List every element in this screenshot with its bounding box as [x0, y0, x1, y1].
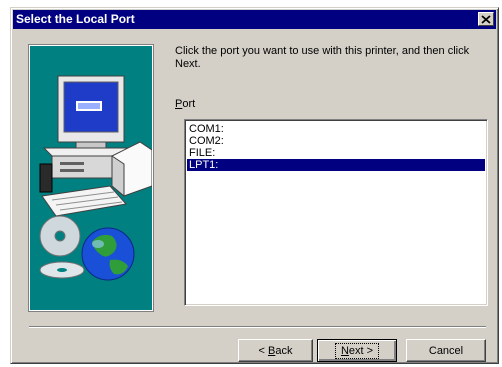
- wizard-illustration: [28, 44, 154, 312]
- port-listbox[interactable]: COM1: COM2: FILE: LPT1:: [184, 119, 488, 306]
- cancel-button[interactable]: Cancel: [406, 339, 486, 362]
- next-button-focus: Next >: [334, 342, 380, 359]
- close-button[interactable]: [478, 12, 494, 26]
- back-button[interactable]: < Back: [238, 339, 313, 362]
- instruction-text: Click the port you want to use with this…: [175, 45, 470, 70]
- back-button-prefix: <: [258, 344, 268, 357]
- close-icon: [481, 14, 491, 24]
- next-button-mnemonic: N: [340, 344, 349, 357]
- back-button-mnemonic: B: [268, 344, 276, 357]
- cancel-button-label: Cancel: [428, 344, 464, 357]
- next-button-rest: ext >: [348, 344, 374, 357]
- window-title: Select the Local Port: [16, 12, 135, 26]
- list-item-com2[interactable]: COM2:: [187, 135, 485, 147]
- next-button[interactable]: Next >: [317, 339, 397, 362]
- port-label-rest: ort: [182, 98, 196, 110]
- list-item-lpt1[interactable]: LPT1:: [187, 159, 485, 171]
- title-bar[interactable]: Select the Local Port: [13, 10, 496, 29]
- list-item-file[interactable]: FILE:: [187, 147, 485, 159]
- computer-and-globe-illustration: [39, 75, 153, 281]
- back-button-rest: ack: [275, 344, 293, 357]
- list-item-com1[interactable]: COM1:: [187, 123, 485, 135]
- button-separator: [29, 326, 486, 328]
- port-label: Port: [175, 98, 195, 111]
- select-local-port-dialog: Select the Local Port Click the port you…: [10, 7, 499, 364]
